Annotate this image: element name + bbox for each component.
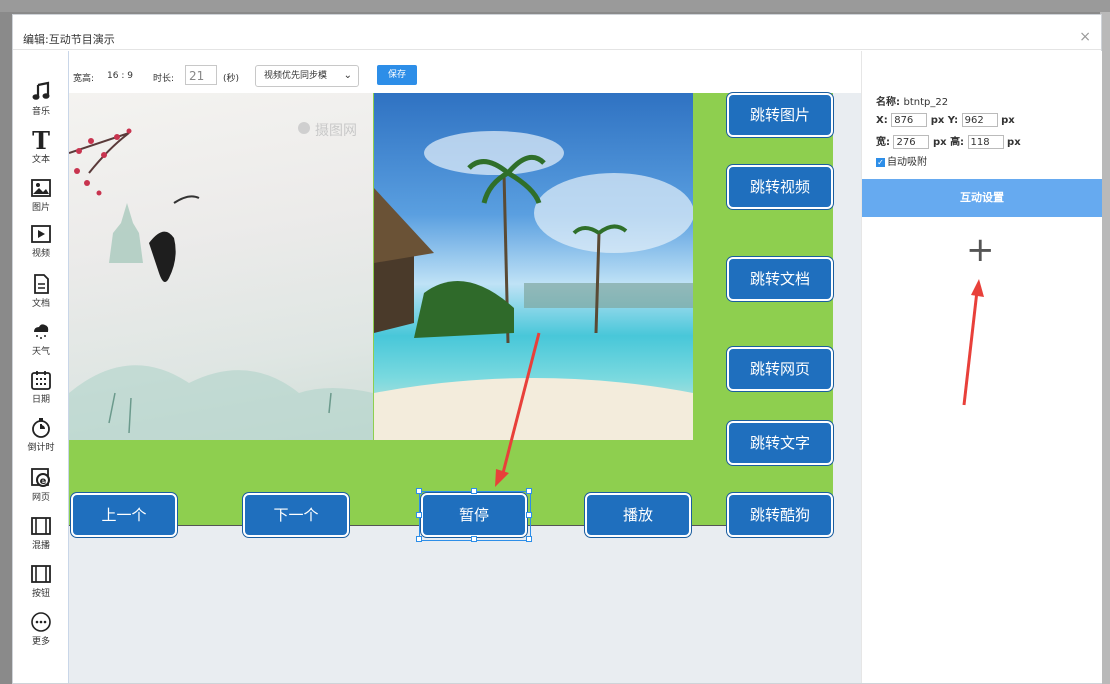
property-panel: 名称: btntp_22 X: 876 px Y: 962 px 宽: 276 … [861, 51, 1102, 683]
component-sidebar: 音乐 T 文本 图片 视频 文档 天气 日期 倒计时 e 网页 混播 按钮 更多 [13, 51, 69, 683]
sidebar-item-text[interactable]: T 文本 [17, 129, 65, 165]
sidebar-item-webpage[interactable]: e 网页 [17, 467, 65, 503]
sidebar-item-image[interactable]: 图片 [17, 177, 65, 213]
sidebar-item-date[interactable]: 日期 [17, 369, 65, 405]
sidebar-item-label: 视频 [31, 249, 50, 259]
sidebar-item-label: 文本 [31, 155, 50, 165]
duration-label: 时长: [153, 74, 175, 84]
duration-unit: (秒) [223, 74, 240, 84]
sidebar-item-music[interactable]: 音乐 [17, 81, 65, 117]
sidebar-item-weather[interactable]: 天气 [17, 321, 65, 357]
image-icon [31, 179, 51, 197]
chevron-down-icon: ⌄ [343, 70, 352, 81]
weather-icon [34, 324, 49, 339]
dialog-close-button[interactable]: × [1079, 29, 1091, 45]
sidebar-item-button[interactable]: 按钮 [17, 563, 65, 599]
sidebar-item-label: 倒计时 [27, 443, 55, 453]
mixplay-icon [31, 517, 51, 535]
resize-handle-se[interactable] [526, 536, 532, 542]
sidebar-item-label: 音乐 [31, 107, 50, 117]
save-button[interactable]: 保存 [377, 65, 417, 85]
ratio-value[interactable]: 16 : 9 [107, 71, 133, 81]
document-icon [34, 274, 49, 294]
dialog-title: 编辑:互动节目演示 [23, 33, 115, 46]
sidebar-item-mixplay[interactable]: 混播 [17, 515, 65, 551]
sidebar-item-video[interactable]: 视频 [17, 223, 65, 259]
sidebar-item-document[interactable]: 文档 [17, 273, 65, 309]
editor-toolbar: 宽高: 16 : 9 时长: 21 (秒) 视频优先同步模 ⌄ 保存 [69, 63, 849, 93]
svg-text:e: e [40, 476, 47, 487]
background-top-strip [0, 0, 1110, 12]
sidebar-item-label: 混播 [31, 541, 50, 551]
button-icon [31, 565, 51, 583]
sidebar-item-label: 更多 [31, 637, 50, 647]
sidebar-item-label: 文档 [31, 299, 50, 309]
webpage-icon: e [31, 468, 50, 487]
edit-dialog: 编辑:互动节目演示 × 音乐 T 文本 图片 视频 文档 天气 日期 倒计时 e… [12, 14, 1102, 684]
resize-handle-sw[interactable] [416, 536, 422, 542]
sync-mode-select[interactable]: 视频优先同步模 ⌄ [255, 65, 359, 87]
svg-text:T: T [32, 129, 50, 151]
sidebar-item-label: 日期 [31, 395, 50, 405]
music-icon [32, 81, 50, 100]
countdown-icon [32, 418, 50, 438]
more-icon [31, 612, 51, 632]
sidebar-item-label: 网页 [31, 493, 50, 503]
sidebar-item-more[interactable]: 更多 [17, 611, 65, 647]
video-icon [31, 225, 51, 243]
ratio-label: 宽高: [73, 74, 95, 84]
dialog-divider [13, 49, 1101, 50]
text-icon: T [32, 129, 50, 151]
annotation-arrow-pause [495, 332, 541, 487]
sidebar-item-countdown[interactable]: 倒计时 [17, 417, 65, 453]
resize-handle-s[interactable] [471, 536, 477, 542]
sidebar-item-label: 天气 [31, 347, 50, 357]
calendar-icon [31, 371, 51, 390]
sidebar-item-label: 按钮 [31, 589, 50, 599]
sync-mode-value: 视频优先同步模 [264, 71, 328, 81]
duration-input[interactable]: 21 [185, 65, 217, 85]
annotation-arrow-add [962, 279, 984, 406]
sidebar-item-label: 图片 [31, 203, 50, 213]
canvas-workarea: 摄图网 跳转图片 跳转视频 跳转文档 跳转网页 跳转文字 跳转酷狗 上一个 下一… [69, 93, 861, 683]
